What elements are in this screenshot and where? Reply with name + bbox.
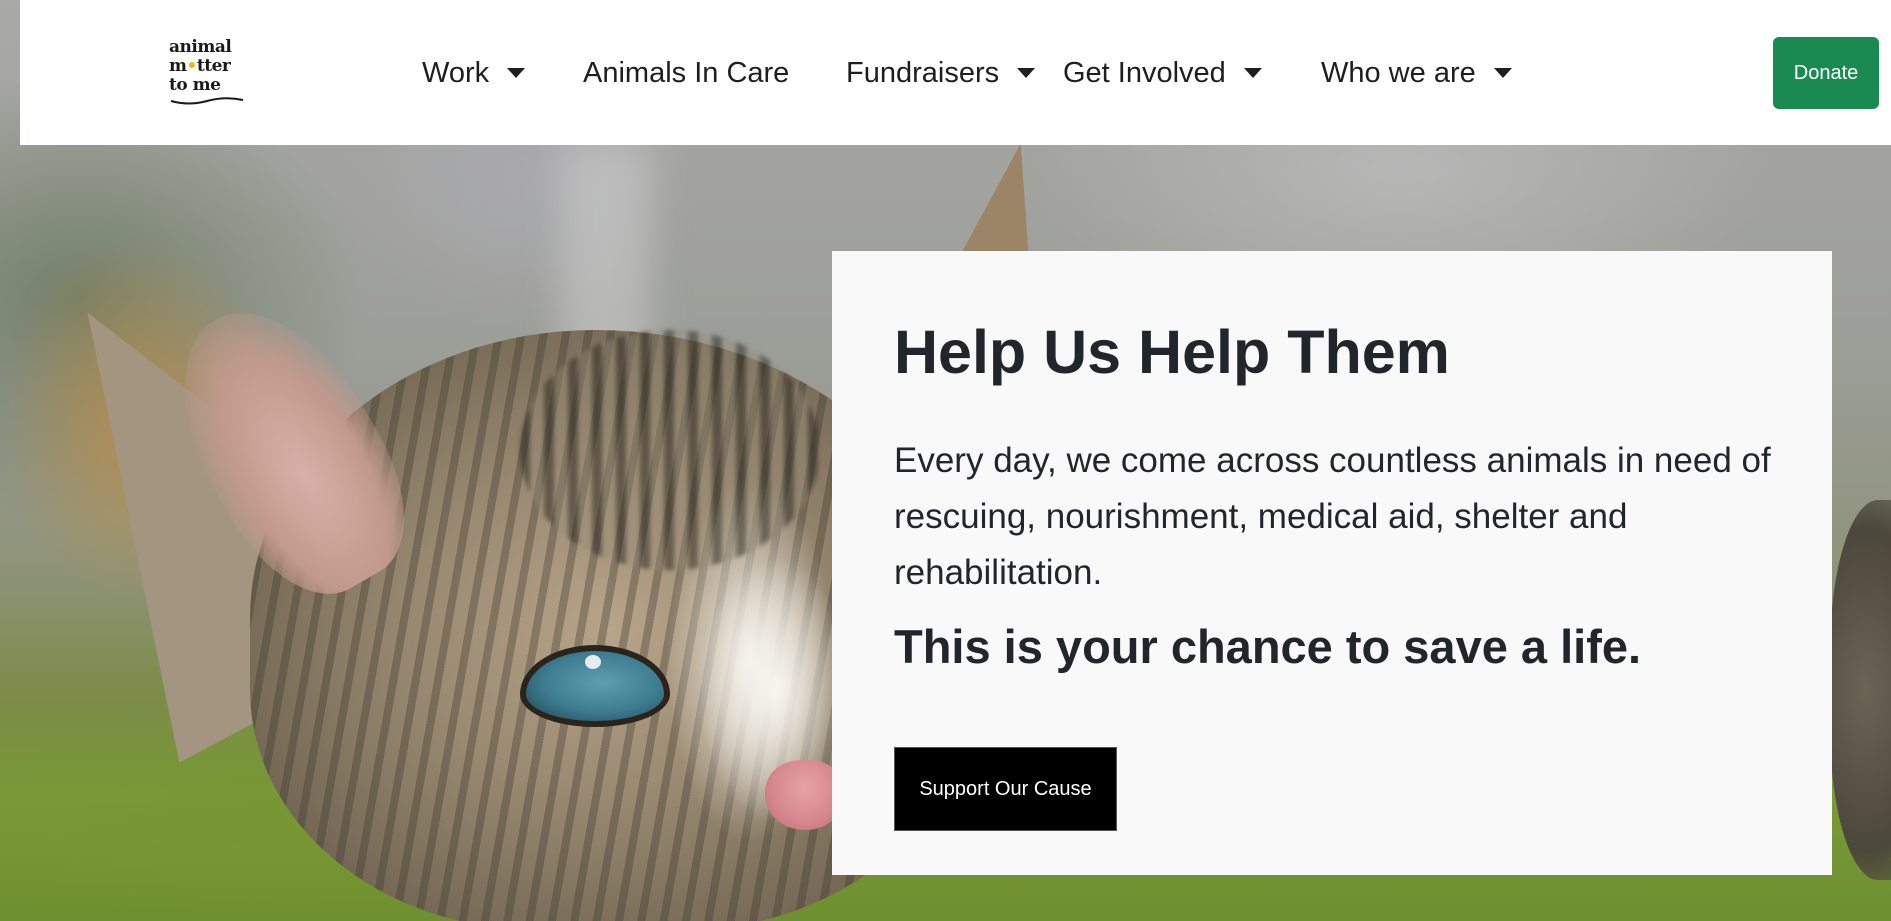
hero-description: Every day, we come across countless anim…	[894, 441, 1771, 592]
nav-who-we-are-label: Who we are	[1321, 56, 1476, 89]
caret-down-icon	[1243, 68, 1262, 78]
logo-line-2: m•tter	[169, 56, 231, 76]
nav-get-involved-label: Get Involved	[1063, 56, 1226, 89]
caret-down-icon	[507, 68, 526, 78]
hero-title: Help Us Help Them	[894, 318, 1450, 386]
hero-tagline: This is your chance to save a life.	[894, 620, 1642, 673]
nav-work[interactable]: Work	[422, 53, 526, 93]
caret-down-icon	[1017, 68, 1036, 78]
logo-swoosh-icon	[170, 97, 244, 105]
support-our-cause-button[interactable]: Support Our Cause	[894, 747, 1117, 831]
nav-who-we-are[interactable]: Who we are	[1321, 53, 1512, 93]
nav-get-involved[interactable]: Get Involved	[1063, 53, 1262, 93]
nav-work-label: Work	[422, 56, 490, 89]
kitten-eye-highlight	[585, 655, 601, 669]
nav-fundraisers-label: Fundraisers	[846, 56, 1000, 89]
site-header: animal m•tter to me Work Animals In Care…	[20, 0, 1891, 145]
nav-animals-in-care-label: Animals In Care	[583, 56, 790, 89]
nav-fundraisers[interactable]: Fundraisers	[846, 53, 1036, 93]
caret-down-icon	[1493, 68, 1512, 78]
nav-animals-in-care[interactable]: Animals In Care	[583, 53, 789, 93]
kitten-forehead-stripes	[520, 330, 820, 570]
hero-callout-card: Help Us Help Them Every day, we come acr…	[832, 251, 1832, 875]
logo-line-3: to me	[169, 75, 221, 95]
page: animal m•tter to me Work Animals In Care…	[0, 0, 1891, 921]
logo-line-1: animal	[169, 37, 232, 57]
donate-button[interactable]: Donate	[1773, 37, 1879, 109]
site-logo[interactable]: animal m•tter to me	[169, 38, 259, 108]
paw-icon: •	[186, 56, 198, 76]
